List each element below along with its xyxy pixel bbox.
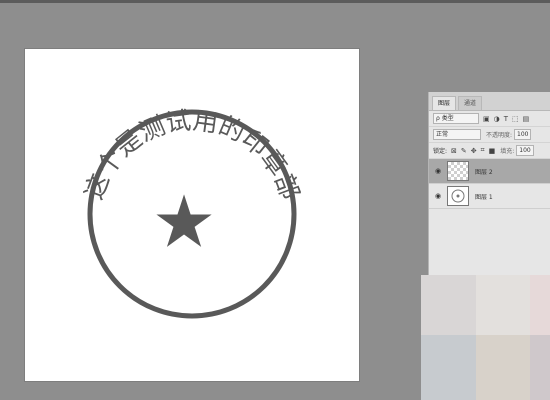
mosaic-block [530, 335, 550, 400]
lock-artboard-icon[interactable]: ⌗ [481, 146, 485, 155]
stamp-thumbnail-icon [451, 189, 465, 203]
type-filter-icon[interactable]: T [504, 115, 508, 123]
fill-input[interactable]: 100 [516, 145, 534, 156]
visibility-eye-icon[interactable]: ◉ [433, 167, 443, 175]
adjustment-filter-icon[interactable]: ◑ [494, 115, 500, 123]
layer-row[interactable]: ◉ 图层 1 [429, 184, 550, 209]
mosaic-block [476, 275, 530, 335]
kind-filter-select[interactable]: ρ 类型 [433, 113, 479, 124]
seal-stamp: 这个是测试用的印章部 ★ [79, 106, 305, 319]
opacity-input[interactable]: 100 [514, 129, 532, 140]
layer-name[interactable]: 图层 2 [475, 167, 493, 176]
blend-mode-select[interactable]: 正常 [433, 129, 481, 140]
blend-row: 正常 不透明度: 100 [429, 127, 550, 143]
smart-object-filter-icon[interactable]: ▤ [523, 115, 530, 123]
tab-channels[interactable]: 通道 [458, 96, 483, 110]
lock-row: 锁定: ⊠ ✎ ✥ ⌗ ■ 填充: 100 [429, 143, 550, 159]
tab-layers[interactable]: 图层 [432, 96, 457, 110]
lock-position-icon[interactable]: ✥ [471, 147, 477, 155]
mosaic-block [476, 335, 530, 400]
panel-tabs: 图层 通道 [429, 92, 550, 111]
lock-image-icon[interactable]: ✎ [461, 147, 467, 155]
mosaic-block [530, 275, 550, 335]
layer-thumbnail [447, 186, 469, 206]
filter-row: ρ 类型 ▣ ◑ T ⬚ ▤ [429, 111, 550, 127]
pixel-filter-icon[interactable]: ▣ [483, 115, 490, 123]
layer-row[interactable]: ◉ 图层 2 [429, 159, 550, 184]
mosaic-block [421, 335, 476, 400]
lock-label: 锁定: [433, 148, 448, 155]
document-canvas[interactable]: 这个是测试用的印章部 ★ [25, 49, 359, 381]
fill-label: 填充: [500, 148, 515, 155]
layer-thumbnail [447, 161, 469, 181]
layer-name[interactable]: 图层 1 [475, 192, 493, 201]
opacity-label: 不透明度: [486, 132, 513, 139]
lock-all-icon[interactable]: ■ [489, 147, 496, 155]
lock-transparent-icon[interactable]: ⊠ [451, 147, 457, 155]
mosaic-block [421, 275, 476, 335]
shape-filter-icon[interactable]: ⬚ [512, 115, 519, 123]
visibility-eye-icon[interactable]: ◉ [433, 192, 443, 200]
seal-star-icon: ★ [152, 180, 217, 264]
